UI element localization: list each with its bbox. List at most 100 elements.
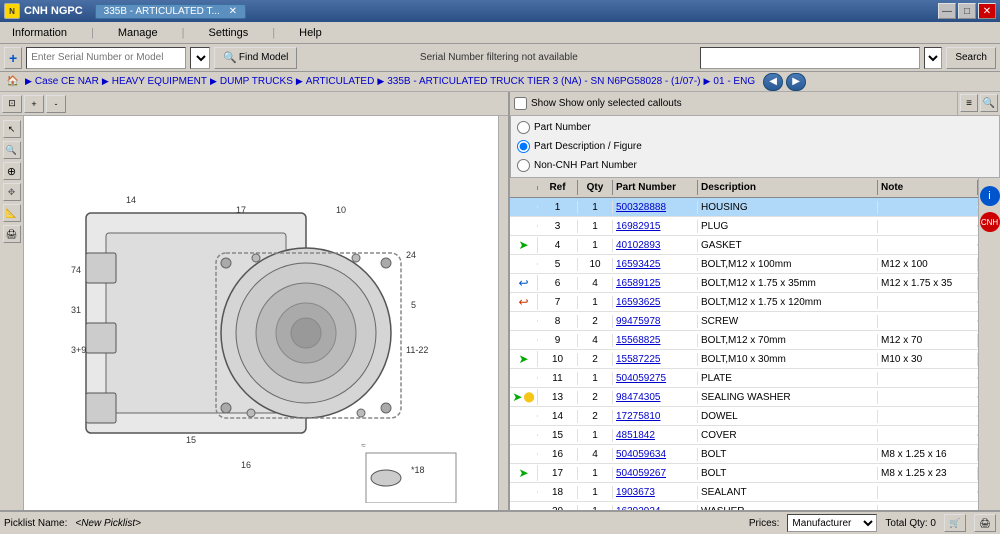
- qty-cell: 1: [578, 372, 613, 385]
- breadcrumb-dump-trucks[interactable]: DUMP TRUCKS: [220, 76, 293, 87]
- ref-cell: 1: [538, 201, 578, 214]
- part-number-link[interactable]: 4851842: [613, 429, 698, 442]
- part-number-link[interactable]: 99475978: [613, 315, 698, 328]
- model-dropdown[interactable]: ▼: [190, 47, 210, 69]
- table-row[interactable]: 15 1 4851842 COVER: [510, 426, 978, 445]
- list-view-button[interactable]: ≡: [960, 94, 978, 112]
- table-row[interactable]: 3 1 16982915 PLUG: [510, 217, 978, 236]
- table-row[interactable]: ➤ 17 1 504059267 BOLT M8 x 1.25 x 23: [510, 464, 978, 483]
- breadcrumb-model[interactable]: 335B - ARTICULATED TRUCK TIER 3 (NA) - S…: [387, 76, 700, 87]
- maximize-button[interactable]: □: [958, 3, 976, 19]
- part-number-link[interactable]: 16593625: [613, 296, 698, 309]
- menu-help[interactable]: Help: [295, 25, 326, 41]
- table-row[interactable]: 11 1 504059275 PLATE: [510, 369, 978, 388]
- table-row[interactable]: 16 4 504059634 BOLT M8 x 1.25 x 16: [510, 445, 978, 464]
- print-status-button[interactable]: 🖨: [974, 514, 996, 532]
- description-cell: BOLT,M12 x 70mm: [698, 334, 878, 347]
- status-bar: Picklist Name: <New Picklist> Prices: Ma…: [0, 510, 1000, 534]
- part-number-link[interactable]: 504059275: [613, 372, 698, 385]
- qty-cell: 2: [578, 353, 613, 366]
- diagram-fit-button[interactable]: ⊡: [2, 95, 22, 113]
- radio-part-number[interactable]: Part Number: [517, 121, 993, 134]
- radio-non-cnh[interactable]: Non-CNH Part Number: [517, 159, 993, 172]
- note-cell: M8 x 1.25 x 23: [878, 467, 978, 480]
- radio-non-cnh-input[interactable]: [517, 159, 530, 172]
- ref-cell: 7: [538, 296, 578, 309]
- part-number-link[interactable]: 40102893: [613, 239, 698, 252]
- pan-tool[interactable]: ✥: [3, 183, 21, 201]
- magnify-tool[interactable]: ⊕: [3, 162, 21, 180]
- part-number-link[interactable]: 15568825: [613, 334, 698, 347]
- part-number-link[interactable]: 16593425: [613, 258, 698, 271]
- zoom-tool[interactable]: 🔍: [3, 141, 21, 159]
- part-number-link[interactable]: 98474305: [613, 391, 698, 404]
- menu-manage[interactable]: Manage: [114, 25, 162, 41]
- table-row[interactable]: ➤⬤ 13 2 98474305 SEALING WASHER: [510, 388, 978, 407]
- note-cell: [878, 320, 978, 322]
- home-icon[interactable]: 🏠: [4, 73, 22, 91]
- part-number-link[interactable]: 504059634: [613, 448, 698, 461]
- qty-cell: 4: [578, 334, 613, 347]
- table-row[interactable]: 18 1 1903673 SEALANT: [510, 483, 978, 502]
- breadcrumb-case-ce-nar[interactable]: Case CE NAR: [35, 76, 99, 87]
- breadcrumb-section[interactable]: 01 - ENG: [713, 76, 755, 87]
- part-number-link[interactable]: 16392924: [613, 505, 698, 511]
- radio-part-description[interactable]: Part Description / Figure: [517, 140, 993, 153]
- th-partnum: Part Number: [613, 180, 698, 195]
- search-button[interactable]: Search: [946, 47, 996, 69]
- title-bar: N CNH NGPC 335B - ARTICULATED T... ✕ — □…: [0, 0, 1000, 22]
- part-number-link[interactable]: 15587225: [613, 353, 698, 366]
- serial-number-input[interactable]: [26, 47, 186, 69]
- search-panel-button[interactable]: 🔍: [980, 94, 998, 112]
- tab-close-icon[interactable]: ✕: [229, 6, 237, 17]
- table-row[interactable]: ↩ 7 1 16593625 BOLT,M12 x 1.75 x 120mm: [510, 293, 978, 312]
- part-number-link[interactable]: 504059267: [613, 467, 698, 480]
- svg-text:5: 5: [411, 300, 416, 310]
- description-cell: COVER: [698, 429, 878, 442]
- prices-select[interactable]: Manufacturer: [787, 514, 877, 532]
- radio-part-number-input[interactable]: [517, 121, 530, 134]
- prev-arrow-button[interactable]: ◀: [763, 73, 783, 91]
- minimize-button[interactable]: —: [938, 3, 956, 19]
- part-number-link[interactable]: 1903673: [613, 486, 698, 499]
- diagram-zoom-in-button[interactable]: +: [24, 95, 44, 113]
- part-number-link[interactable]: 16982915: [613, 220, 698, 233]
- menu-information[interactable]: Information: [8, 25, 71, 41]
- main-area: ⊡ + - ↖ 🔍 ⊕ ✥ 📐 🖨: [0, 92, 1000, 510]
- table-row[interactable]: 5 10 16593425 BOLT,M12 x 100mm M12 x 100: [510, 255, 978, 274]
- table-row[interactable]: 8 2 99475978 SCREW: [510, 312, 978, 331]
- table-row[interactable]: 9 4 15568825 BOLT,M12 x 70mm M12 x 70: [510, 331, 978, 350]
- note-cell: [878, 301, 978, 303]
- table-row[interactable]: ➤ 10 2 15587225 BOLT,M10 x 30mm M10 x 30: [510, 350, 978, 369]
- radio-part-description-input[interactable]: [517, 140, 530, 153]
- find-model-button[interactable]: 🔍 Find Model: [214, 47, 297, 69]
- breadcrumb-heavy-equipment[interactable]: HEAVY EQUIPMENT: [112, 76, 207, 87]
- table-row[interactable]: 1 1 500328888 HOUSING: [510, 198, 978, 217]
- table-row[interactable]: 14 2 17275810 DOWEL: [510, 407, 978, 426]
- breadcrumb-articulated[interactable]: ARTICULATED: [306, 76, 375, 87]
- next-arrow-button[interactable]: ▶: [786, 73, 806, 91]
- table-row[interactable]: ↩ 6 4 16589125 BOLT,M12 x 1.75 x 35mm M1…: [510, 274, 978, 293]
- add-tab-button[interactable]: +: [4, 47, 22, 69]
- note-cell: M12 x 70: [878, 334, 978, 347]
- table-body[interactable]: 1 1 500328888 HOUSING 3 1 16982915 PLUG …: [510, 198, 978, 510]
- part-number-link[interactable]: 16589125: [613, 277, 698, 290]
- show-selected-checkbox[interactable]: [514, 97, 527, 110]
- green-arrow-icon: ➤: [518, 352, 528, 366]
- table-row[interactable]: 20 1 16392924 WASHER: [510, 502, 978, 510]
- part-number-link[interactable]: 17275810: [613, 410, 698, 423]
- search-type-dropdown[interactable]: ▼: [924, 47, 942, 69]
- measure-tool[interactable]: 📐: [3, 204, 21, 222]
- diagram-zoom-out-button[interactable]: -: [46, 95, 66, 113]
- table-row[interactable]: ➤ 4 1 40102893 GASKET: [510, 236, 978, 255]
- close-button[interactable]: ✕: [978, 3, 996, 19]
- menu-settings[interactable]: Settings: [205, 25, 253, 41]
- info-panel-button[interactable]: i: [980, 186, 1000, 206]
- active-tab[interactable]: 335B - ARTICULATED T... ✕: [95, 4, 246, 19]
- print-tool[interactable]: 🖨: [3, 225, 21, 243]
- diagram-scrollbar[interactable]: [498, 116, 508, 510]
- search-input[interactable]: [700, 47, 920, 69]
- pointer-tool[interactable]: ↖: [3, 120, 21, 138]
- part-number-link[interactable]: 500328888: [613, 201, 698, 214]
- cart-button[interactable]: 🛒: [944, 514, 966, 532]
